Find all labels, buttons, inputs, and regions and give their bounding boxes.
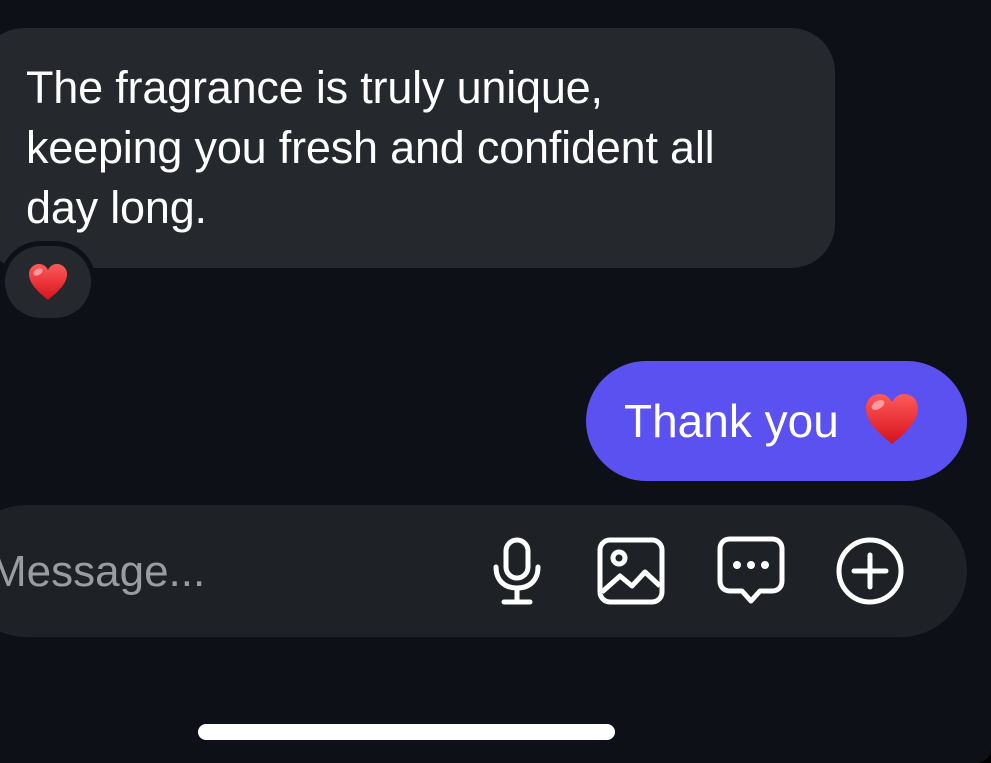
chat-bubble-more-icon (717, 536, 785, 604)
microphone-button[interactable] (481, 535, 553, 607)
heart-icon (29, 264, 67, 300)
message-reaction-badge[interactable] (0, 241, 96, 323)
message-composer: Message... (0, 505, 967, 637)
reaction-pill[interactable] (5, 246, 91, 318)
add-button[interactable] (834, 535, 906, 607)
incoming-message-line: keeping you fresh and confident all (26, 122, 715, 173)
home-indicator[interactable] (198, 724, 615, 740)
incoming-message-line: The fragrance is truly unique, (26, 62, 603, 113)
message-input[interactable]: Message... (0, 543, 205, 601)
incoming-message-text: The fragrance is truly unique, keeping y… (26, 58, 826, 238)
outgoing-message-text: Thank you (624, 395, 839, 447)
chat-screen: The fragrance is truly unique, keeping y… (0, 0, 991, 763)
incoming-message-line: day long. (26, 182, 207, 233)
add-circle-icon (836, 537, 904, 605)
image-button[interactable] (595, 535, 667, 607)
microphone-icon (493, 537, 541, 605)
outgoing-message-bubble[interactable]: Thank you (586, 361, 967, 481)
heart-icon (866, 394, 918, 444)
image-icon (597, 537, 665, 605)
chat-options-button[interactable] (715, 535, 787, 607)
